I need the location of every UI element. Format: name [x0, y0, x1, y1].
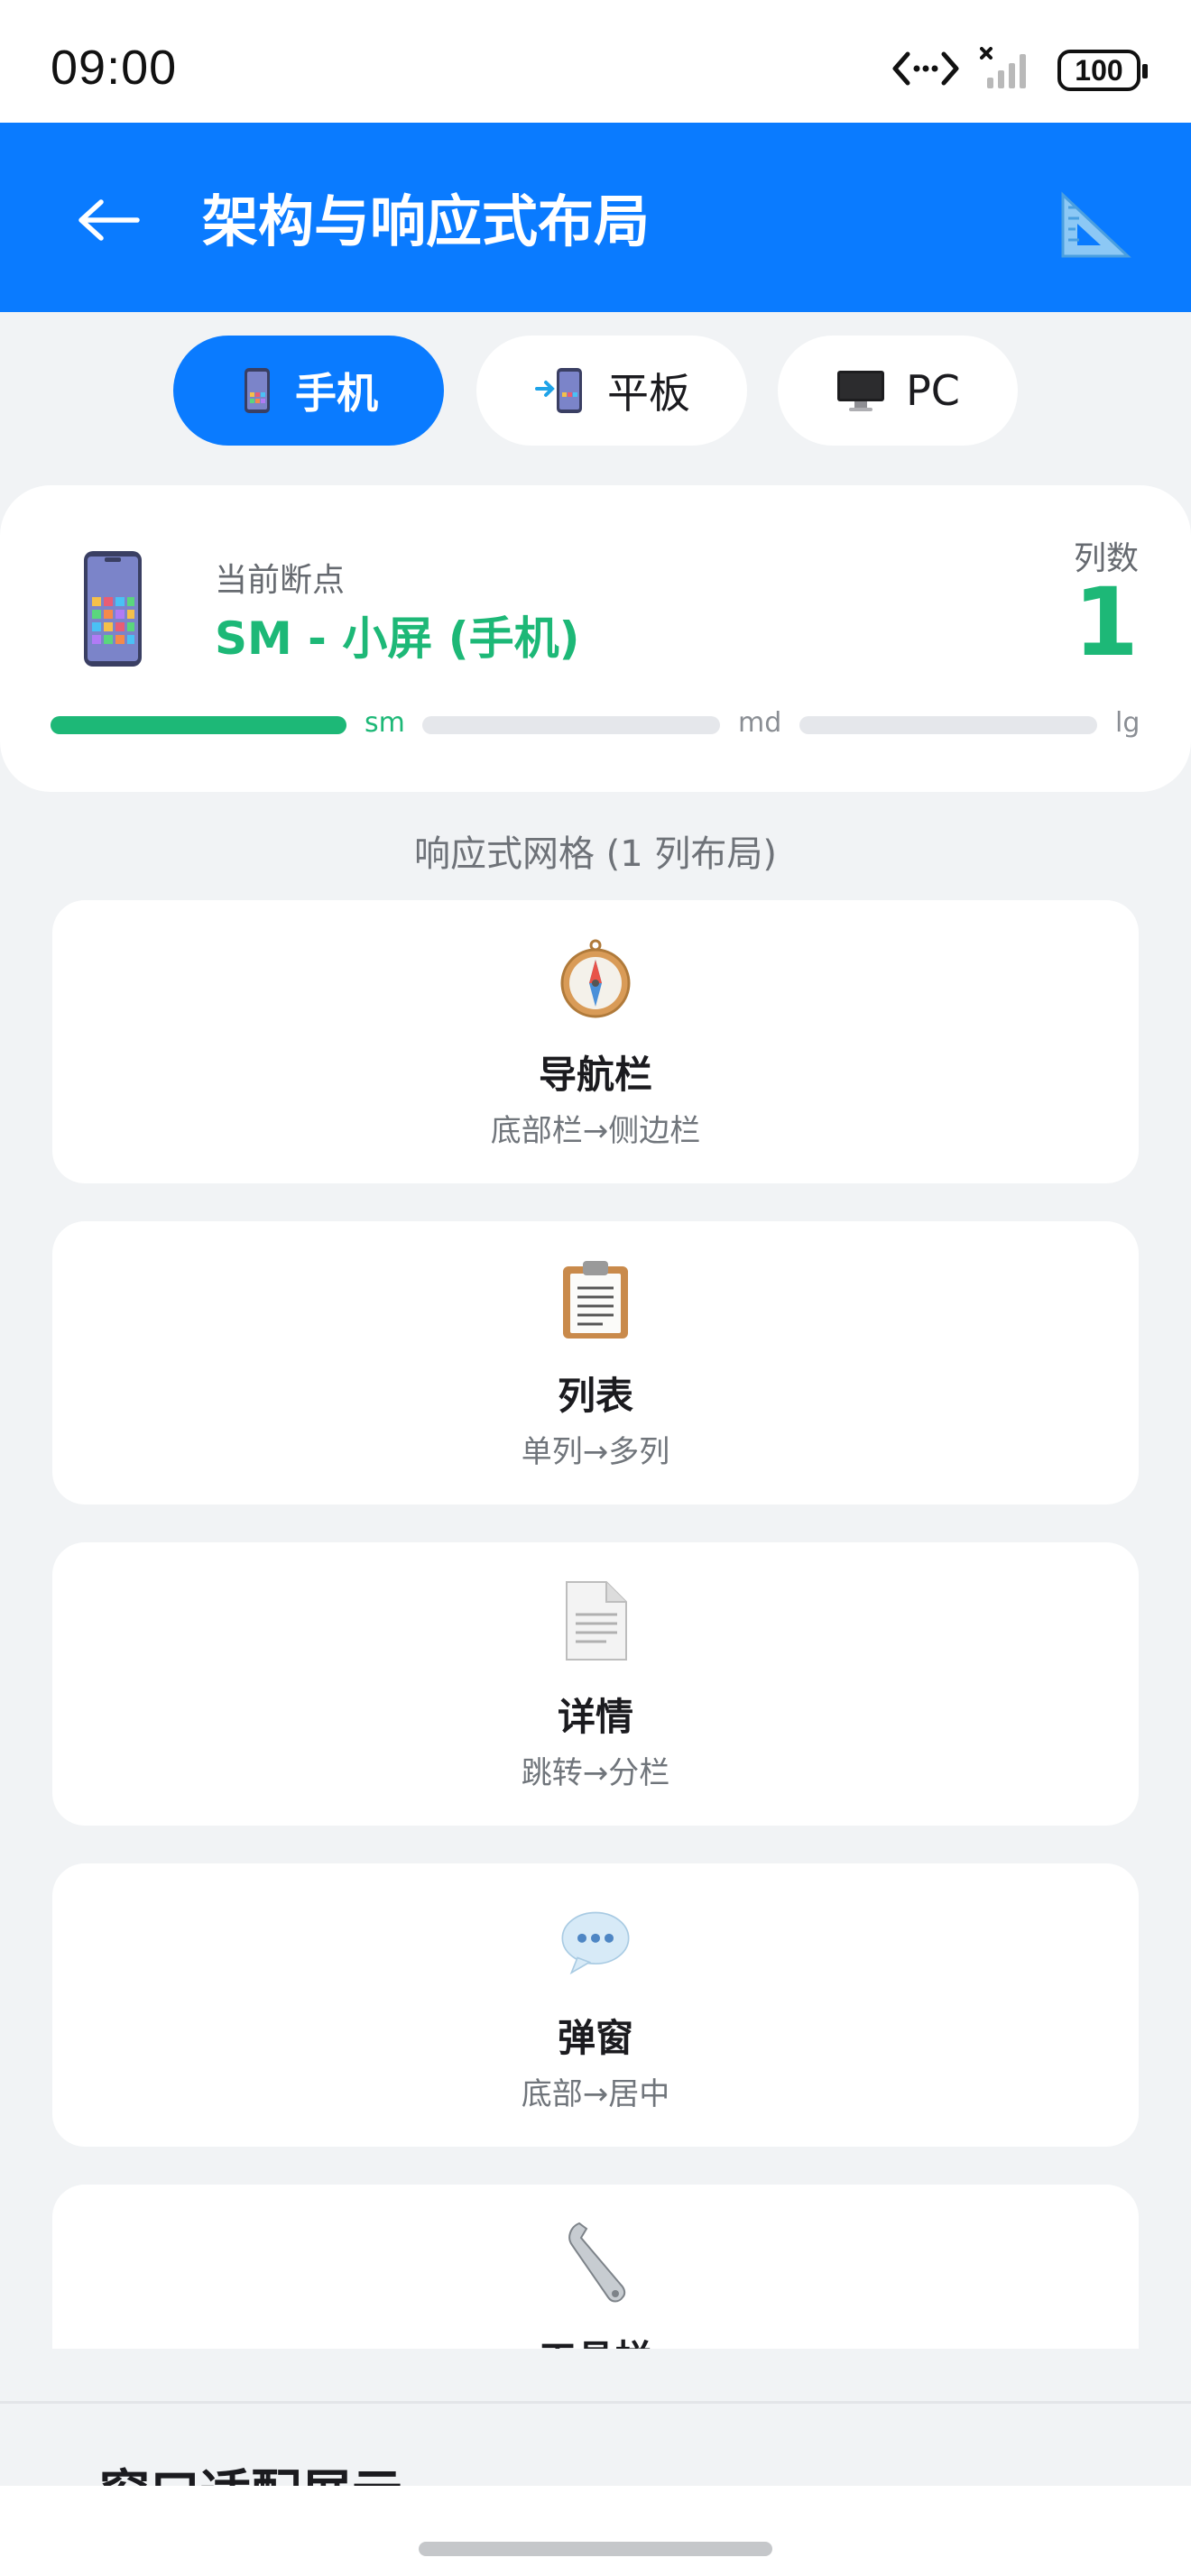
- grid-card-title: 弹窗: [557, 2016, 633, 2060]
- grid-card-title: 工具栏: [52, 2329, 1139, 2349]
- grid-card-dialog[interactable]: 弹窗 底部→居中: [52, 1863, 1139, 2147]
- breakpoint-bar-lg: [799, 716, 1097, 734]
- page-title: 架构与响应式布局: [202, 189, 651, 254]
- grid-card-subtitle: 底部栏→侧边栏: [490, 1113, 701, 1149]
- ruler-icon: [1050, 191, 1137, 269]
- tablet-icon: [533, 365, 587, 416]
- code-arrows-icon: [891, 49, 960, 92]
- grid-card-list[interactable]: 列表 单列→多列: [52, 1221, 1139, 1504]
- status-icons: 100: [891, 47, 1148, 94]
- tab-phone[interactable]: 手机: [173, 336, 444, 446]
- tab-tablet-label: 平板: [607, 369, 690, 418]
- speech-bubble-icon: [559, 1901, 632, 1983]
- breakpoint-bar-label-lg: lg: [1115, 707, 1140, 739]
- compass-icon: [559, 938, 632, 1019]
- app-bar: 架构与响应式布局: [0, 123, 1191, 312]
- breakpoint-value: SM - 小屏 (手机): [215, 612, 580, 665]
- grid-card-navbar[interactable]: 导航栏 底部栏→侧边栏: [52, 900, 1139, 1183]
- device-tabs: 手机 平板 PC: [0, 336, 1191, 447]
- tab-pc-label: PC: [906, 366, 960, 415]
- bottom-bar: [0, 2486, 1191, 2576]
- phone-icon: [83, 550, 143, 667]
- tab-pc[interactable]: PC: [778, 336, 1018, 446]
- breakpoint-card: 当前断点 SM - 小屏 (手机) 列数 1 sm md lg: [0, 485, 1191, 792]
- breakpoint-label: 当前断点: [215, 562, 346, 599]
- grid-card-subtitle: 跳转→分栏: [521, 1755, 670, 1791]
- breakpoint-bar-sm: [51, 716, 346, 734]
- grid-card-title: 列表: [557, 1374, 633, 1418]
- wrench-icon: [559, 2222, 632, 2304]
- tab-phone-label: 手机: [295, 369, 378, 418]
- status-time: 09:00: [51, 41, 178, 95]
- ruler-button[interactable]: [1050, 179, 1137, 265]
- divider: [0, 2401, 1191, 2404]
- clipboard-icon: [559, 1259, 632, 1340]
- battery-icon: 100: [1057, 50, 1148, 91]
- battery-level: 100: [1075, 53, 1123, 87]
- back-button[interactable]: [65, 179, 152, 265]
- status-bar: 09:00 100: [0, 0, 1191, 123]
- grid-card-subtitle: 底部→居中: [521, 2076, 670, 2112]
- document-icon: [559, 1580, 632, 1661]
- home-indicator[interactable]: [419, 2542, 772, 2556]
- grid-card-toolbar[interactable]: 工具栏: [52, 2185, 1139, 2349]
- grid-title: 响应式网格 (1 列布局): [413, 833, 778, 875]
- columns-value: 1: [1073, 567, 1139, 677]
- grid-card-detail[interactable]: 详情 跳转→分栏: [52, 1542, 1139, 1826]
- breakpoint-bar-label-md: md: [738, 707, 782, 739]
- tab-tablet[interactable]: 平板: [476, 336, 747, 446]
- breakpoint-bar-label-sm: sm: [365, 707, 405, 739]
- arrow-left-icon: [76, 198, 141, 245]
- grid-card-title: 详情: [557, 1695, 633, 1739]
- phone-icon: [239, 365, 275, 416]
- grid-card-title: 导航栏: [538, 1053, 652, 1097]
- breakpoint-bar-md: [422, 716, 720, 734]
- responsive-grid: 导航栏 底部栏→侧边栏 列表 单列→多列 详情 跳转→分栏 弹窗 底部→居中: [52, 900, 1139, 2349]
- grid-card-subtitle: 单列→多列: [521, 1434, 670, 1470]
- monitor-icon: [836, 365, 886, 416]
- no-signal-icon: [980, 47, 1038, 94]
